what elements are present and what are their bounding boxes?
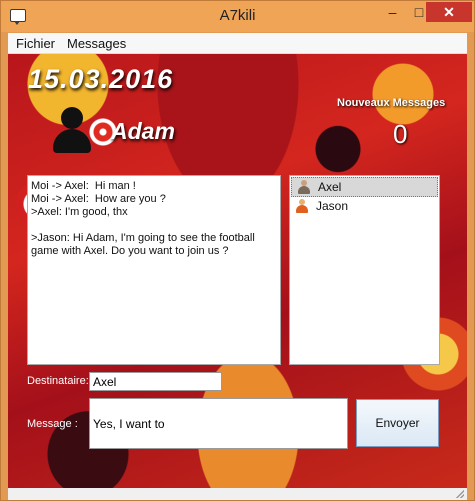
message-field[interactable] (89, 398, 348, 449)
send-button[interactable]: Envoyer (356, 399, 439, 447)
menu-bar: Fichier Messages (8, 33, 467, 54)
chat-line: >Axel: I'm good, thx (31, 206, 128, 218)
menu-fichier[interactable]: Fichier (16, 36, 55, 51)
recipient-field[interactable] (89, 372, 222, 391)
minimize-button[interactable]: – (379, 2, 406, 22)
contact-name: Axel (318, 180, 342, 194)
chat-log[interactable]: Moi -> Axel: Hi man ! Moi -> Axel: How a… (27, 175, 281, 365)
contact-item-jason[interactable]: Jason (290, 197, 439, 215)
message-label: Message : (27, 418, 78, 430)
person-icon (296, 199, 308, 213)
resize-grip-icon[interactable] (456, 490, 464, 498)
title-bar[interactable]: A7kili – □ ✕ (1, 1, 474, 32)
new-messages-count: 0 (393, 119, 408, 149)
date-display: 15.03.2016 (28, 64, 174, 94)
close-button[interactable]: ✕ (426, 2, 472, 22)
username-label: Adam (111, 118, 175, 144)
chat-line: >Jason: Hi Adam, I'm going to see the fo… (31, 232, 258, 257)
chat-line: Moi -> Axel: Hi man ! (31, 180, 136, 192)
recipient-label: Destinataire: (27, 375, 89, 387)
main-panel: 15.03.2016 Adam Nouveaux Messages 0 Moi … (8, 54, 467, 488)
person-icon (298, 180, 310, 194)
status-bar (8, 488, 467, 500)
new-messages-label: Nouveaux Messages (337, 97, 446, 109)
app-window: A7kili – □ ✕ Fichier Messages 15.03.2016… (0, 0, 475, 501)
contacts-list[interactable]: Axel Jason (289, 175, 440, 365)
contact-name: Jason (316, 199, 349, 213)
contact-item-axel[interactable]: Axel (291, 177, 438, 197)
chat-line: Moi -> Axel: How are you ? (31, 193, 166, 205)
menu-messages[interactable]: Messages (67, 36, 126, 51)
user-avatar-icon (49, 105, 97, 157)
chat-line (31, 219, 277, 232)
